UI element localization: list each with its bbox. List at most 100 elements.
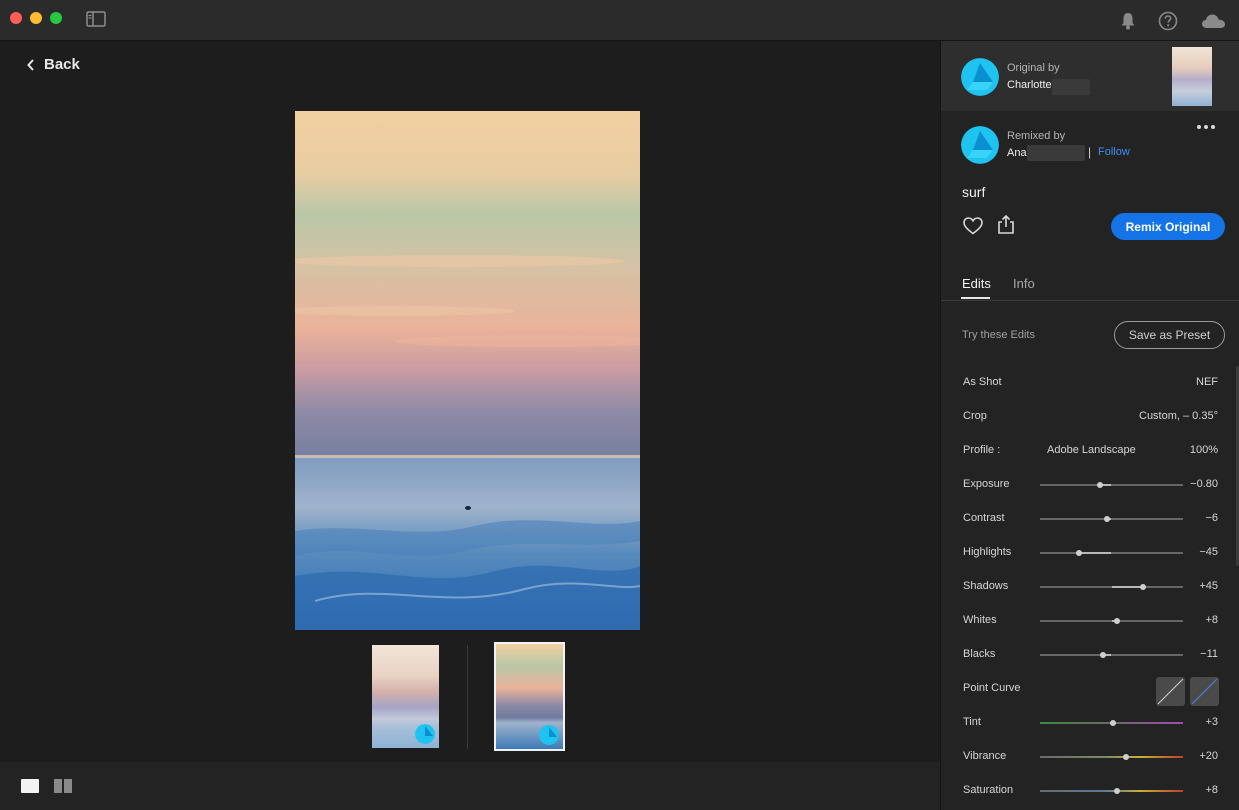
- compare-view-icon[interactable]: [54, 779, 72, 793]
- vibrance-slider[interactable]: [1040, 754, 1183, 760]
- edit-row-highlights: Highlights −45: [941, 536, 1239, 570]
- edit-value: +20: [1199, 750, 1218, 762]
- edit-label: Contrast: [963, 512, 1005, 524]
- close-window-button[interactable]: [10, 12, 22, 24]
- original-thumbnail[interactable]: [372, 645, 439, 748]
- slider-knob[interactable]: [1114, 618, 1121, 624]
- save-as-preset-button[interactable]: Save as Preset: [1114, 321, 1225, 349]
- edit-value: −45: [1199, 546, 1218, 558]
- bell-icon[interactable]: [1117, 10, 1139, 32]
- share-icon[interactable]: [996, 214, 1016, 236]
- edit-label: Blacks: [963, 648, 996, 660]
- tab-edits[interactable]: Edits: [962, 276, 991, 291]
- rgb-curve-icon[interactable]: [1156, 677, 1185, 706]
- follow-link[interactable]: Follow: [1098, 146, 1130, 158]
- heart-icon[interactable]: [962, 216, 984, 236]
- remix-original-button[interactable]: Remix Original: [1111, 213, 1225, 240]
- whites-slider[interactable]: [1040, 618, 1183, 624]
- remix-thumbnail[interactable]: [494, 642, 565, 751]
- edit-row-crop: Crop Custom, – 0.35°: [941, 400, 1239, 434]
- remix-author-avatar[interactable]: [961, 126, 999, 164]
- edit-value: NEF: [1196, 376, 1218, 388]
- edit-label: Vibrance: [963, 750, 1007, 762]
- back-button[interactable]: Back: [26, 56, 80, 73]
- edit-row-whites: Whites +8: [941, 604, 1239, 638]
- contrast-slider[interactable]: [1040, 516, 1183, 522]
- name-separator: |: [1088, 145, 1092, 159]
- edit-label: Highlights: [963, 546, 1012, 558]
- edit-label: Whites: [963, 614, 997, 626]
- cloud-icon[interactable]: [1200, 10, 1227, 32]
- details-panel: Original by Charlotte Remixed by Ana | F…: [940, 41, 1239, 810]
- help-icon[interactable]: [1157, 10, 1179, 32]
- edit-value: Custom, – 0.35°: [1139, 410, 1218, 422]
- edit-value: −6: [1205, 512, 1218, 524]
- slider-knob[interactable]: [1097, 482, 1104, 488]
- original-author-avatar[interactable]: [961, 58, 999, 96]
- slider-knob[interactable]: [1109, 720, 1116, 726]
- edit-row-point-curve: Point Curve: [941, 672, 1239, 706]
- edit-value: +8: [1205, 784, 1218, 796]
- edit-value: +45: [1199, 580, 1218, 592]
- slider-knob[interactable]: [1104, 516, 1111, 522]
- chevron-left-icon: [27, 58, 34, 71]
- edit-row-saturation: Saturation +8: [941, 774, 1239, 808]
- edit-row-shadows: Shadows +45: [941, 570, 1239, 604]
- edit-row-blacks: Blacks −11: [941, 638, 1239, 672]
- title-bar: [0, 0, 1239, 41]
- slider-knob[interactable]: [1139, 584, 1146, 590]
- remix-author-name[interactable]: Ana: [1007, 147, 1027, 159]
- original-photo-thumbnail[interactable]: [1172, 47, 1212, 106]
- exposure-slider[interactable]: [1040, 482, 1183, 488]
- edit-value: +8: [1205, 614, 1218, 626]
- edit-value: −11: [1200, 648, 1218, 660]
- shadows-slider[interactable]: [1040, 584, 1183, 590]
- edit-row-tint: Tint +3: [941, 706, 1239, 740]
- highlights-slider[interactable]: [1040, 550, 1183, 556]
- tab-info[interactable]: Info: [1013, 276, 1035, 291]
- edit-row-contrast: Contrast −6: [941, 502, 1239, 536]
- slider-knob[interactable]: [1099, 652, 1106, 658]
- channel-curve-icon[interactable]: [1190, 677, 1219, 706]
- edit-label: Profile :: [963, 444, 1001, 456]
- edit-value: +3: [1205, 716, 1218, 728]
- original-author-name[interactable]: Charlotte: [1007, 79, 1052, 91]
- main-photo: [295, 111, 640, 630]
- edit-label: Shadows: [963, 580, 1009, 592]
- original-author-section: Original by Charlotte: [941, 41, 1239, 111]
- saturation-slider[interactable]: [1040, 788, 1183, 794]
- panel-tabs: Edits Info: [941, 266, 1239, 301]
- redacted-surname: [1027, 145, 1085, 161]
- active-tab-indicator: [961, 297, 990, 299]
- edit-label: As Shot: [963, 376, 1002, 388]
- single-view-icon[interactable]: [21, 779, 39, 793]
- more-options-icon[interactable]: [1197, 125, 1215, 129]
- edit-label: Saturation: [963, 784, 1014, 796]
- photo-title: surf: [962, 184, 986, 200]
- try-edits-label: Try these Edits: [962, 329, 1035, 341]
- edit-row-vibrance: Vibrance +20: [941, 740, 1239, 774]
- remix-badge-icon: [539, 725, 559, 745]
- edit-row-exposure: Exposure −0.80: [941, 468, 1239, 502]
- slider-knob[interactable]: [1075, 550, 1082, 556]
- edit-row-profile: Profile : Adobe Landscape 100%: [941, 434, 1239, 468]
- zoom-window-button[interactable]: [50, 12, 62, 24]
- edit-label: Exposure: [963, 478, 1010, 490]
- profile-name: Adobe Landscape: [1047, 444, 1136, 456]
- sidebar-toggle-icon[interactable]: [86, 11, 106, 27]
- tint-slider[interactable]: [1040, 720, 1183, 726]
- slider-knob[interactable]: [1114, 788, 1121, 794]
- back-label: Back: [44, 56, 80, 73]
- remix-badge-icon: [415, 724, 435, 744]
- edit-row-as-shot: As Shot NEF: [941, 366, 1239, 400]
- minimize-window-button[interactable]: [30, 12, 42, 24]
- blacks-slider[interactable]: [1040, 652, 1183, 658]
- original-by-label: Original by: [1007, 62, 1060, 74]
- slider-knob[interactable]: [1122, 754, 1129, 760]
- thumbnail-divider: [467, 645, 468, 749]
- edit-value: 100%: [1189, 444, 1218, 456]
- remixed-by-label: Remixed by: [1007, 130, 1066, 142]
- redacted-surname: [1052, 79, 1090, 95]
- edit-value: −0.80: [1190, 478, 1218, 490]
- bottom-toolbar: [0, 762, 940, 810]
